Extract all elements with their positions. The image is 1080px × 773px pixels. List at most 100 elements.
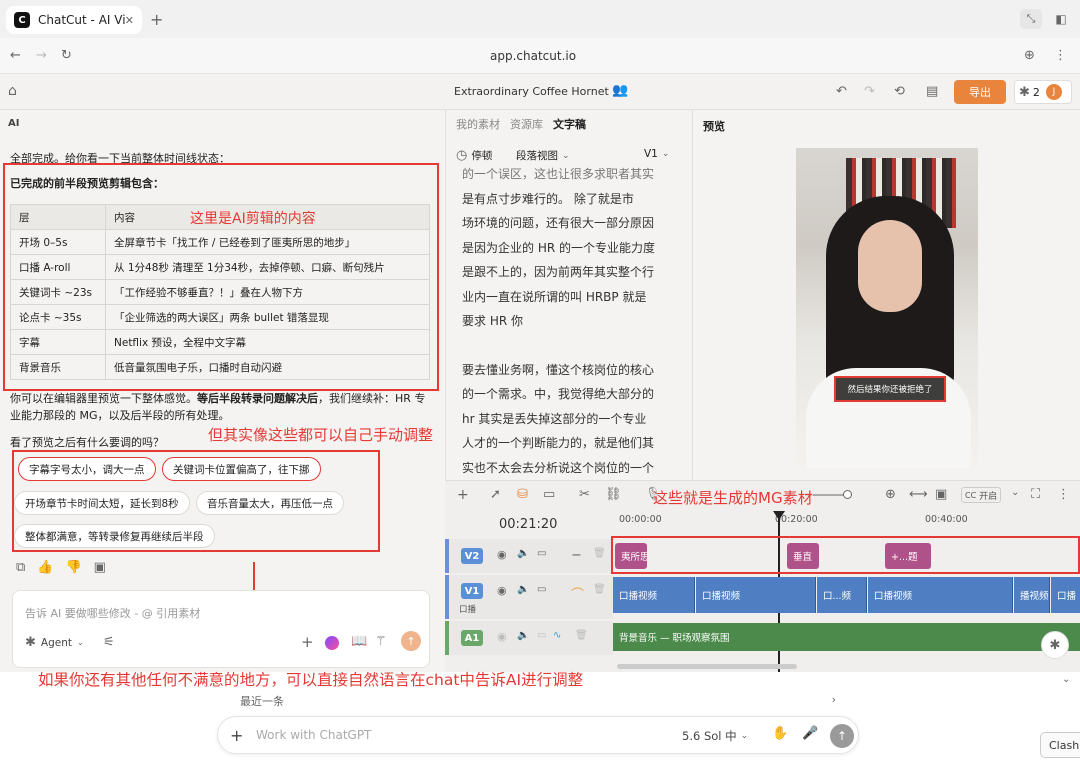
- more-icon[interactable]: ⋮: [1054, 48, 1067, 63]
- copy-icon[interactable]: ⧉: [16, 560, 25, 575]
- close-icon[interactable]: ✕: [125, 14, 134, 27]
- frame-icon[interactable]: ▣: [935, 487, 947, 502]
- eye-icon[interactable]: ◉: [497, 548, 507, 561]
- video-clip[interactable]: 口播视频: [613, 577, 695, 613]
- cc-toggle[interactable]: CC 开启: [961, 487, 1002, 503]
- add-icon[interactable]: +: [301, 633, 314, 651]
- ducking-icon[interactable]: ∿: [553, 630, 561, 641]
- eye-icon[interactable]: ◉: [497, 584, 507, 597]
- trash-icon[interactable]: 🗑: [593, 548, 606, 559]
- send-icon[interactable]: ↑: [830, 724, 854, 748]
- back-icon[interactable]: ←: [10, 48, 21, 63]
- pointer-icon[interactable]: ➚: [490, 487, 501, 502]
- fit-width-icon[interactable]: ⟷: [909, 487, 928, 502]
- tab-my-assets[interactable]: 我的素材: [456, 116, 500, 132]
- home-icon[interactable]: ⌂: [8, 83, 17, 99]
- avatar[interactable]: J: [1045, 84, 1062, 100]
- recent-item[interactable]: 最近一条 ›: [230, 688, 846, 714]
- view-selector[interactable]: 段落视图 ⌄: [516, 148, 570, 163]
- redo-icon[interactable]: ↷: [864, 84, 875, 99]
- clash-button[interactable]: Clash: [1040, 732, 1080, 758]
- chevron-down-icon[interactable]: ⌄: [1011, 487, 1019, 498]
- transcript-line[interactable]: 的一个误区，这也让很多求职者其实: [462, 162, 687, 187]
- subtitle-box[interactable]: 然后结果你还被拒绝了: [834, 376, 946, 402]
- caption-icon[interactable]: ▭: [537, 630, 546, 641]
- video-clip[interactable]: 口播: [1051, 577, 1080, 613]
- collapse-icon[interactable]: ⤡: [1020, 9, 1042, 29]
- caption-icon[interactable]: ▭: [537, 584, 546, 595]
- transcript-line[interactable]: 人才的一个判断能力的，就是他们其: [462, 431, 687, 456]
- mg-clip[interactable]: 夷所思: [615, 543, 647, 569]
- fade-icon[interactable]: ⌒: [571, 584, 584, 603]
- transcript-line[interactable]: 的一个需求。中，我觉得绝大部分的: [462, 382, 687, 407]
- collaborators-icon[interactable]: 👥: [612, 83, 628, 98]
- transcript-line[interactable]: 要去懂业务啊，懂这个核岗位的核心: [462, 358, 687, 383]
- video-clip[interactable]: 播视频: [1014, 577, 1050, 613]
- trash-icon[interactable]: 🗑: [593, 584, 606, 595]
- add-icon[interactable]: +: [230, 726, 243, 745]
- scissors-icon[interactable]: ✂: [579, 487, 590, 502]
- zoom-handle[interactable]: [843, 490, 852, 499]
- reload-icon[interactable]: ↻: [61, 48, 72, 63]
- sidebar-toggle-icon[interactable]: ◧: [1050, 9, 1072, 29]
- zoom-in-icon[interactable]: ⊕: [885, 487, 896, 502]
- trash-icon[interactable]: 🗑: [575, 630, 588, 641]
- link-icon[interactable]: ⛓: [605, 487, 622, 502]
- time-ruler[interactable]: 00:00:00 00:20:00 00:40:00: [613, 511, 1080, 531]
- url-text[interactable]: app.chatcut.io: [490, 49, 576, 63]
- new-tab-icon[interactable]: +: [150, 10, 163, 29]
- minus-icon[interactable]: −: [571, 548, 582, 563]
- project-name[interactable]: Extraordinary Coffee Hornet: [454, 85, 609, 98]
- suggestion-chip[interactable]: 关键词卡位置偏高了，往下挪: [162, 457, 321, 481]
- more-icon[interactable]: ⋮: [1057, 487, 1070, 502]
- track-badge[interactable]: V2: [461, 548, 483, 564]
- speaker-icon[interactable]: 🔈: [517, 548, 529, 559]
- send-icon[interactable]: ↑: [401, 631, 421, 651]
- suggestion-chip[interactable]: 字幕字号太小，调大一点: [18, 457, 156, 481]
- undo-icon[interactable]: ↶: [836, 84, 847, 99]
- chat-input[interactable]: 告诉 AI 要做哪些修改 - @ 引用素材: [25, 605, 200, 621]
- track-badge[interactable]: V1: [461, 583, 483, 599]
- speaker-icon[interactable]: 🔈: [517, 584, 529, 595]
- magic-wand-icon[interactable]: ⚚: [375, 634, 387, 649]
- chevron-down-icon[interactable]: ⌄: [1062, 674, 1070, 685]
- model-selector[interactable]: 5.6 Sol 中 ⌄: [682, 728, 748, 744]
- pause-toggle[interactable]: ◷ 停顿: [456, 148, 492, 163]
- mg-clip[interactable]: +...题: [885, 543, 931, 569]
- export-button[interactable]: 导出: [954, 80, 1006, 104]
- mic-icon[interactable]: 🎤: [802, 726, 818, 741]
- version-selector[interactable]: V1 ⌄: [644, 148, 669, 160]
- book-icon[interactable]: 📖: [351, 634, 367, 649]
- layout-icon[interactable]: ▤: [926, 84, 938, 99]
- video-frame[interactable]: 然后结果你还被拒绝了: [796, 148, 978, 468]
- transcript-line[interactable]: 是有点寸步难行的。 除了就是市: [462, 187, 687, 212]
- video-clip[interactable]: 口...频: [817, 577, 867, 613]
- thumbs-down-icon[interactable]: 👎: [65, 560, 81, 575]
- collab-indicator[interactable]: ✱ 2 J: [1014, 80, 1072, 104]
- audio-clip[interactable]: 背景音乐 — 职场观察氛围: [613, 623, 1080, 651]
- timeline-scrollbar[interactable]: [617, 664, 797, 669]
- video-clip[interactable]: 口播视频: [868, 577, 1013, 613]
- settings-sliders-icon[interactable]: ⚟: [103, 635, 115, 650]
- transcript-line[interactable]: 实也不太会去分析说这个岗位的一个: [462, 456, 687, 479]
- hand-icon[interactable]: ✋: [772, 726, 788, 741]
- transcript-line[interactable]: 是因为企业的 HR 的一个专业能力度: [462, 236, 687, 261]
- bug-icon[interactable]: ✱: [1041, 631, 1069, 659]
- model-icon[interactable]: [325, 636, 339, 650]
- fullscreen-icon[interactable]: ⛶: [1031, 487, 1040, 502]
- eye-icon[interactable]: ◉: [497, 630, 507, 643]
- transcript-line[interactable]: 业内一直在说所谓的叫 HRBP 就是: [462, 285, 687, 310]
- playhead-handle[interactable]: [773, 511, 785, 520]
- add-icon[interactable]: +: [457, 487, 469, 503]
- thumbs-up-icon[interactable]: 👍: [37, 560, 53, 575]
- track-badge[interactable]: A1: [461, 630, 483, 646]
- subtitle-track-icon[interactable]: ▭: [543, 487, 555, 502]
- video-clip[interactable]: 口播视频: [696, 577, 816, 613]
- tab-library[interactable]: 资源库: [510, 116, 543, 132]
- transcript-line[interactable]: 要求 HR 你: [462, 309, 687, 334]
- transcript-line[interactable]: hr 其实是丢失掉这部分的一个专业: [462, 407, 687, 432]
- chatgpt-input[interactable]: Work with ChatGPT: [256, 728, 371, 742]
- forward-icon[interactable]: →: [36, 48, 47, 63]
- add-bookmark-icon[interactable]: ⊕: [1024, 48, 1035, 63]
- caption-icon[interactable]: ▭: [537, 548, 546, 559]
